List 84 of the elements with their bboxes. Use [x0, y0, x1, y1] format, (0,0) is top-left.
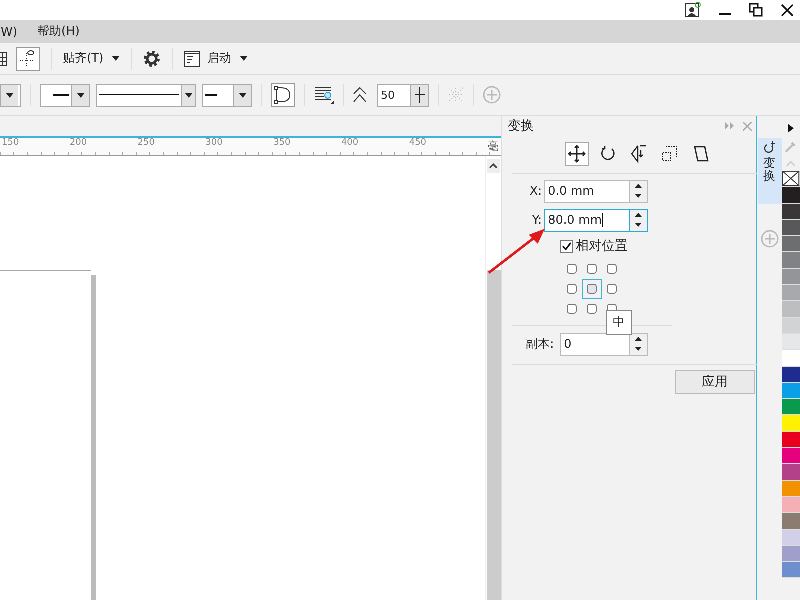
- color-swatch[interactable]: [782, 220, 800, 236]
- panel-title: 变换: [508, 118, 536, 135]
- color-swatch[interactable]: [782, 285, 800, 302]
- curve-node-icon[interactable]: [271, 83, 295, 107]
- spin-arrows-icon[interactable]: [635, 337, 642, 351]
- coordinate-label: X:: [528, 184, 544, 198]
- dropdown[interactable]: [0, 84, 21, 106]
- color-swatch[interactable]: [782, 496, 800, 514]
- resize-icon: [660, 144, 680, 164]
- ruler-unit: 毫: [488, 139, 500, 154]
- copies-field[interactable]: 0: [560, 332, 648, 356]
- position-tool[interactable]: [565, 142, 590, 166]
- caret-icon: [184, 92, 192, 98]
- play-icon[interactable]: [788, 124, 794, 133]
- color-swatch[interactable]: [782, 513, 800, 530]
- grid-icon[interactable]: [0, 50, 8, 68]
- color-swatch[interactable]: [782, 399, 800, 416]
- color-swatch[interactable]: [782, 382, 800, 400]
- close-icon[interactable]: [781, 4, 794, 16]
- apply-button[interactable]: 应用: [675, 370, 756, 394]
- snap-menu[interactable]: 贴齐(T): [63, 50, 104, 67]
- color-swatch[interactable]: [782, 448, 800, 464]
- line-preview-icon: [99, 93, 179, 97]
- user-icon[interactable]: [685, 2, 701, 18]
- color-swatch[interactable]: [782, 530, 800, 546]
- anchor-point[interactable]: [582, 279, 602, 299]
- caret-icon: [238, 92, 246, 98]
- transform-tab[interactable]: 变换: [758, 138, 782, 204]
- color-swatch[interactable]: [782, 204, 800, 220]
- color-swatch[interactable]: [782, 187, 800, 204]
- launch-menu[interactable]: 启动: [208, 50, 232, 67]
- coordinate-label: Y:: [531, 213, 544, 227]
- ruler-label: 450: [409, 138, 428, 150]
- ruler-label: 350: [274, 138, 292, 150]
- caret-icon[interactable]: [240, 56, 248, 61]
- color-swatch[interactable]: [782, 318, 800, 334]
- color-swatch[interactable]: [782, 432, 800, 448]
- color-swatch[interactable]: [782, 236, 800, 252]
- caret-icon[interactable]: [112, 56, 120, 61]
- ruler-label: 300: [206, 138, 224, 150]
- line-width-dropdown[interactable]: [40, 84, 90, 106]
- color-swatch[interactable]: [782, 464, 800, 481]
- color-swatch[interactable]: [782, 334, 800, 350]
- color-swatch[interactable]: [782, 546, 800, 562]
- coordinate-field[interactable]: 80.0 mm: [544, 208, 648, 232]
- check-icon: [562, 242, 572, 250]
- rotate-icon: [762, 141, 777, 155]
- relative-position-checkbox[interactable]: 相对位置: [560, 237, 756, 255]
- copies-label: 副本:: [525, 336, 556, 352]
- color-swatch[interactable]: [782, 268, 800, 286]
- color-swatch[interactable]: [782, 301, 800, 318]
- color-swatch[interactable]: [782, 480, 800, 497]
- tooltip: 中: [606, 310, 632, 335]
- ruler-label: 250: [138, 138, 156, 150]
- line-preview-icon: [205, 94, 217, 96]
- spin-arrows-icon[interactable]: [635, 213, 642, 227]
- text-wrap-icon[interactable]: [314, 85, 334, 105]
- menu-item[interactable]: 帮助(H): [38, 23, 80, 40]
- caret-icon: [76, 92, 84, 98]
- move-icon: [567, 144, 588, 164]
- scrollbar[interactable]: [485, 156, 502, 600]
- coordinate-field[interactable]: 0.0 mm: [544, 180, 648, 202]
- spin-icon[interactable]: [414, 87, 424, 103]
- guidelines-icon[interactable]: [16, 46, 40, 70]
- window-icon[interactable]: [184, 50, 200, 66]
- caret-icon: [6, 92, 14, 98]
- color-swatch[interactable]: [782, 562, 800, 578]
- color-swatch[interactable]: [782, 350, 800, 367]
- color-swatch[interactable]: [782, 415, 800, 432]
- scroll-up-icon[interactable]: [487, 159, 500, 173]
- ruler-label: 400: [341, 138, 360, 150]
- spin-arrows-icon[interactable]: [635, 184, 642, 198]
- line-preview-icon: [53, 94, 69, 96]
- restore-icon[interactable]: [749, 3, 763, 17]
- gear-icon[interactable]: [142, 50, 161, 68]
- ruler-label: 150: [2, 138, 20, 150]
- line-style-dropdown[interactable]: [96, 84, 196, 106]
- smoothing-field[interactable]: 50: [377, 84, 429, 106]
- color-swatch[interactable]: [782, 366, 800, 383]
- menu-item[interactable]: W): [1, 24, 18, 38]
- arrowhead-dropdown[interactable]: [202, 84, 252, 106]
- ruler-label: 200: [70, 138, 88, 150]
- no-color-swatch[interactable]: [782, 171, 800, 188]
- color-swatch[interactable]: [782, 252, 800, 269]
